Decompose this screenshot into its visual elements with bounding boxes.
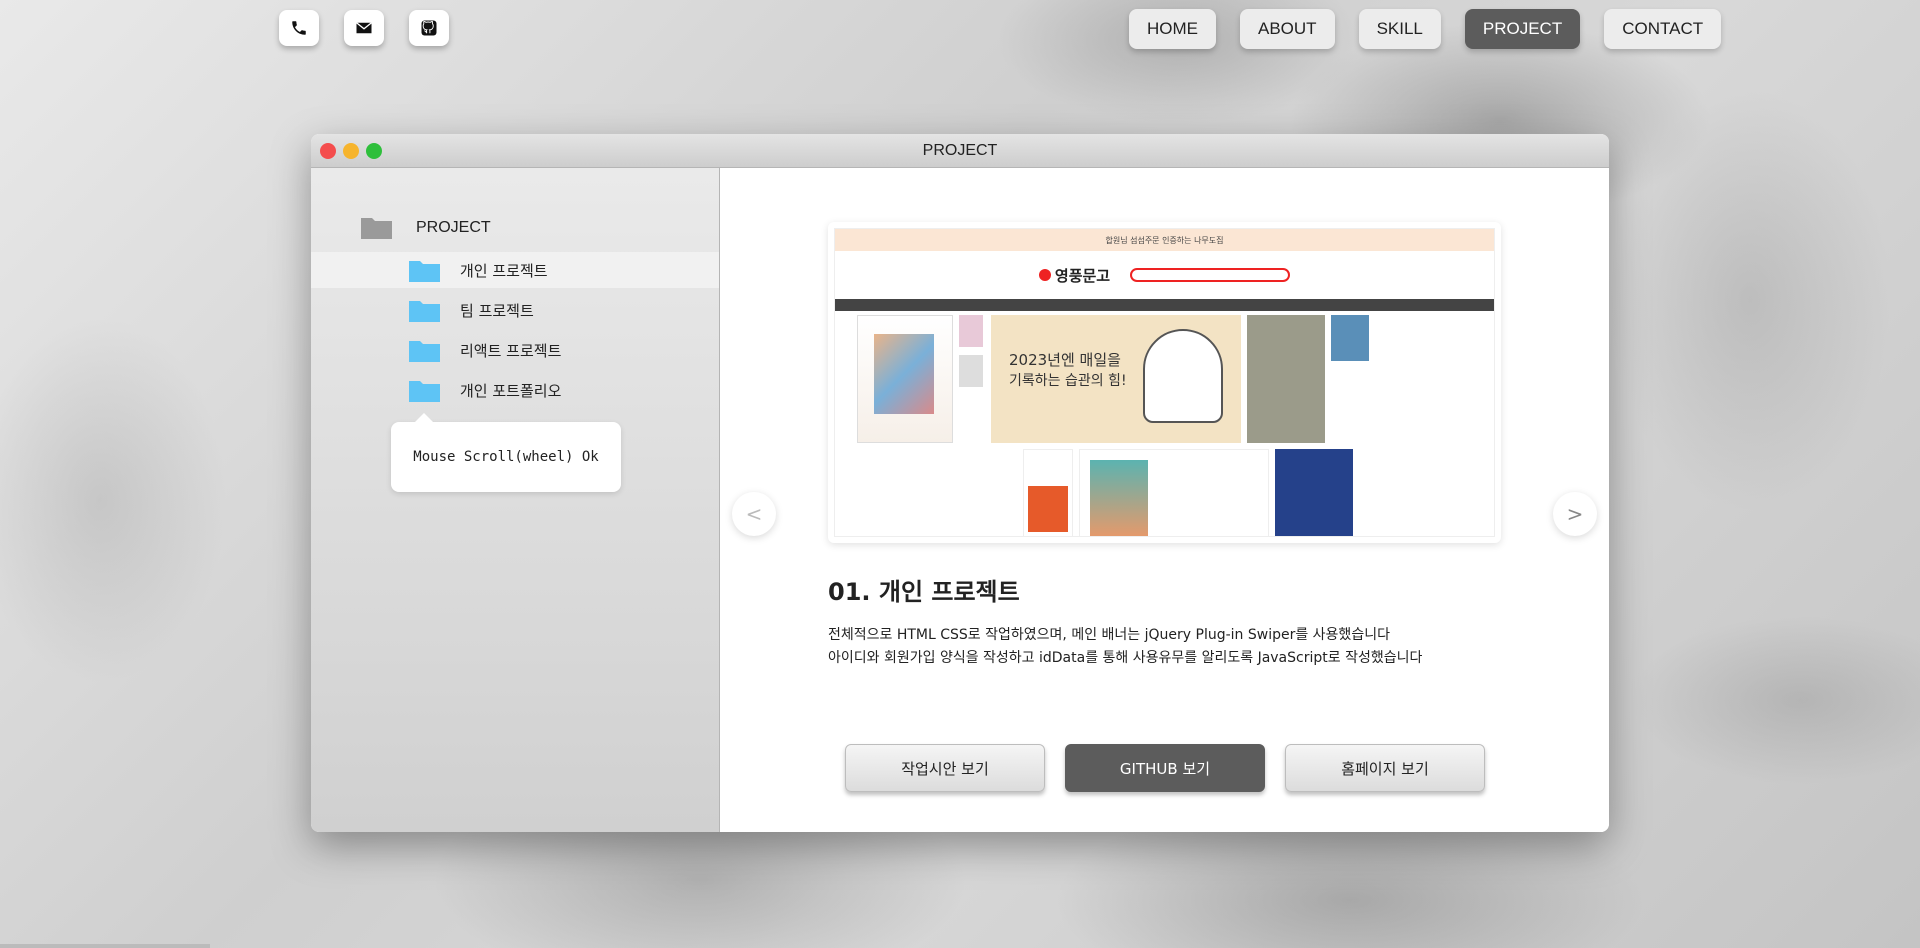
folder-icon	[361, 216, 392, 239]
banner-illustration	[1143, 329, 1223, 423]
project-description: 전체적으로 HTML CSS로 작업하였으며, 메인 배너는 jQuery Pl…	[828, 624, 1422, 670]
nav-skill[interactable]: SKILL	[1358, 9, 1441, 49]
folder-icon	[409, 299, 440, 322]
sidebar: PROJECT 개인 프로젝트 팀 프로젝트 리액트 프로젝트 개인 포트폴리오…	[311, 168, 720, 832]
site-side-menu	[1247, 315, 1325, 443]
sidebar-item-label: 팀 프로젝트	[460, 301, 534, 320]
website-screenshot: 합원님 섬섬주문 인증하는 나무도집 영풍문고 2023년엔 매일을 기록하는 …	[834, 228, 1495, 537]
sidebar-item-team-project[interactable]: 팀 프로젝트	[311, 292, 719, 328]
project-actions: 작업시안 보기 GITHUB 보기 홈페이지 보기	[845, 744, 1485, 792]
mail-button[interactable]	[344, 10, 384, 46]
site-bottom-row	[835, 447, 1494, 536]
site-content: 2023년엔 매일을 기록하는 습관의 힘!	[835, 311, 1494, 447]
folder-icon	[409, 339, 440, 362]
main-nav: HOME ABOUT SKILL PROJECT CONTACT	[1129, 9, 1722, 49]
site-search-bar	[1130, 268, 1291, 282]
project-detail: < > 합원님 섬섬주문 인증하는 나무도집 영풍문고 2023년엔 매일을 기…	[720, 168, 1609, 832]
scroll-tooltip: Mouse Scroll(wheel) Ok	[391, 413, 621, 492]
site-top-banner: 합원님 섬섬주문 인증하는 나무도집	[835, 229, 1494, 251]
logo-mark-icon	[1038, 269, 1051, 281]
nav-contact[interactable]: CONTACT	[1604, 9, 1722, 49]
sidebar-item-react-project[interactable]: 리액트 프로젝트	[311, 332, 719, 368]
nav-project[interactable]: PROJECT	[1464, 9, 1581, 49]
window-titlebar: PROJECT	[311, 134, 1609, 168]
maximize-button[interactable]	[366, 143, 382, 159]
site-main-banner: 2023년엔 매일을 기록하는 습관의 힘!	[991, 315, 1241, 443]
site-side-ads	[1331, 315, 1371, 443]
project-title: 01. 개인 프로젝트	[828, 578, 1020, 606]
close-button[interactable]	[320, 143, 336, 159]
nav-about[interactable]: ABOUT	[1240, 9, 1335, 49]
github-button[interactable]	[409, 10, 449, 46]
phone-icon	[292, 21, 306, 35]
sidebar-item-label: 개인 포트폴리오	[460, 381, 562, 400]
book-cover-image	[874, 334, 934, 414]
description-line: 아이디와 회원가입 양식을 작성하고 idData를 통해 사용유무를 알리도록…	[828, 650, 1423, 666]
slider-prev-button[interactable]: <	[732, 492, 776, 536]
site-top-banner-text: 합원님 섬섬주문 인증하는 나무도집	[1105, 235, 1224, 245]
site-logo-text: 영풍문고	[1054, 266, 1111, 285]
site-book-card	[857, 315, 953, 443]
site-header: 영풍문고	[835, 251, 1494, 299]
site-thumbs	[959, 315, 985, 443]
sidebar-item-label: 개인 프로젝트	[460, 261, 548, 280]
tree-root[interactable]: PROJECT	[361, 216, 491, 239]
mail-icon	[356, 22, 372, 34]
view-homepage-button[interactable]: 홈페이지 보기	[1285, 744, 1485, 792]
description-line: 전체적으로 HTML CSS로 작업하였으며, 메인 배너는 jQuery Pl…	[828, 627, 1390, 643]
slider-next-button[interactable]: >	[1553, 492, 1597, 536]
project-window: PROJECT PROJECT 개인 프로젝트 팀 프로젝트 리액트 프로젝트 …	[311, 134, 1609, 832]
github-icon	[421, 20, 437, 36]
page-scroll-indicator	[0, 944, 210, 948]
tree-root-label: PROJECT	[416, 218, 491, 236]
contact-icons	[279, 10, 449, 46]
view-draft-button[interactable]: 작업시안 보기	[845, 744, 1045, 792]
site-nav	[835, 299, 1494, 311]
nav-home[interactable]: HOME	[1129, 9, 1216, 49]
folder-icon	[409, 259, 440, 282]
folder-icon	[409, 379, 440, 402]
phone-button[interactable]	[279, 10, 319, 46]
window-controls	[320, 143, 382, 159]
sidebar-item-portfolio[interactable]: 개인 포트폴리오	[311, 372, 719, 408]
site-promo	[1275, 449, 1353, 536]
sidebar-item-personal-project[interactable]: 개인 프로젝트	[311, 252, 719, 288]
site-promo	[1079, 449, 1269, 536]
site-promo	[1023, 449, 1073, 536]
project-preview-image: 합원님 섬섬주문 인증하는 나무도집 영풍문고 2023년엔 매일을 기록하는 …	[828, 222, 1501, 543]
site-logo: 영풍문고	[1038, 265, 1111, 286]
view-github-button[interactable]: GITHUB 보기	[1065, 744, 1265, 792]
minimize-button[interactable]	[343, 143, 359, 159]
window-title: PROJECT	[922, 141, 998, 159]
sidebar-item-label: 리액트 프로젝트	[460, 341, 562, 360]
